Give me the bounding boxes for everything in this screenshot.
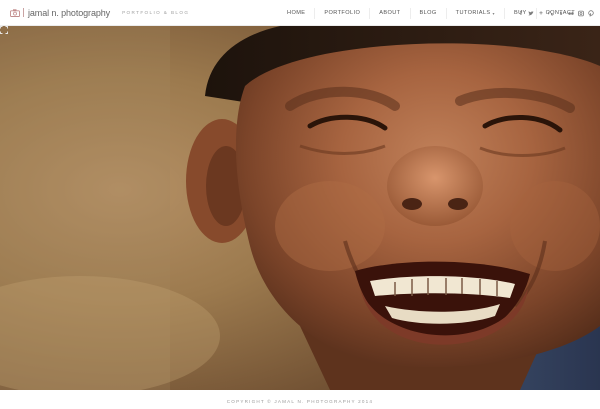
site-footer: COPYRIGHT © JAMAL N. PHOTOGRAPHY 2014 (0, 390, 600, 404)
nav-divider (445, 7, 447, 19)
facebook-icon[interactable]: f (518, 10, 524, 17)
site-header: jamal n. photography PORTFOLIO & BLOG HO… (0, 0, 600, 26)
nav-item-home[interactable]: HOME (287, 10, 305, 16)
social-links: f + 5 (518, 0, 594, 26)
nav-divider (369, 7, 371, 19)
site-tagline: PORTFOLIO & BLOG (122, 10, 190, 15)
nav-item-about[interactable]: ABOUT (379, 10, 400, 16)
stumbleupon-icon[interactable] (548, 10, 554, 17)
fullscreen-icon[interactable] (0, 26, 8, 34)
site-logo[interactable]: jamal n. photography (10, 0, 110, 26)
nav-item-portfolio[interactable]: PORTFOLIO (324, 10, 360, 16)
instagram-icon[interactable] (578, 10, 584, 17)
pinterest-icon[interactable] (588, 9, 594, 17)
chevron-down-icon: ▾ (492, 10, 495, 16)
flickr-icon[interactable] (568, 10, 574, 17)
nav-divider (503, 7, 505, 19)
hero-photo (0, 26, 600, 390)
twitter-icon[interactable] (528, 10, 534, 17)
nav-item-tutorials[interactable]: TUTORIALS ▾ (456, 10, 495, 16)
nav-item-tutorials-label: TUTORIALS (455, 10, 491, 16)
500px-icon[interactable]: 5 (558, 10, 564, 17)
nav-divider (409, 7, 411, 19)
logo-divider (23, 8, 24, 17)
nav-divider (314, 7, 316, 19)
nav-item-blog[interactable]: BLOG (420, 10, 437, 16)
logo-text: jamal n. photography (28, 7, 111, 18)
google-plus-icon[interactable]: + (538, 10, 544, 17)
portrait-image (0, 26, 600, 390)
camera-icon (10, 8, 20, 17)
